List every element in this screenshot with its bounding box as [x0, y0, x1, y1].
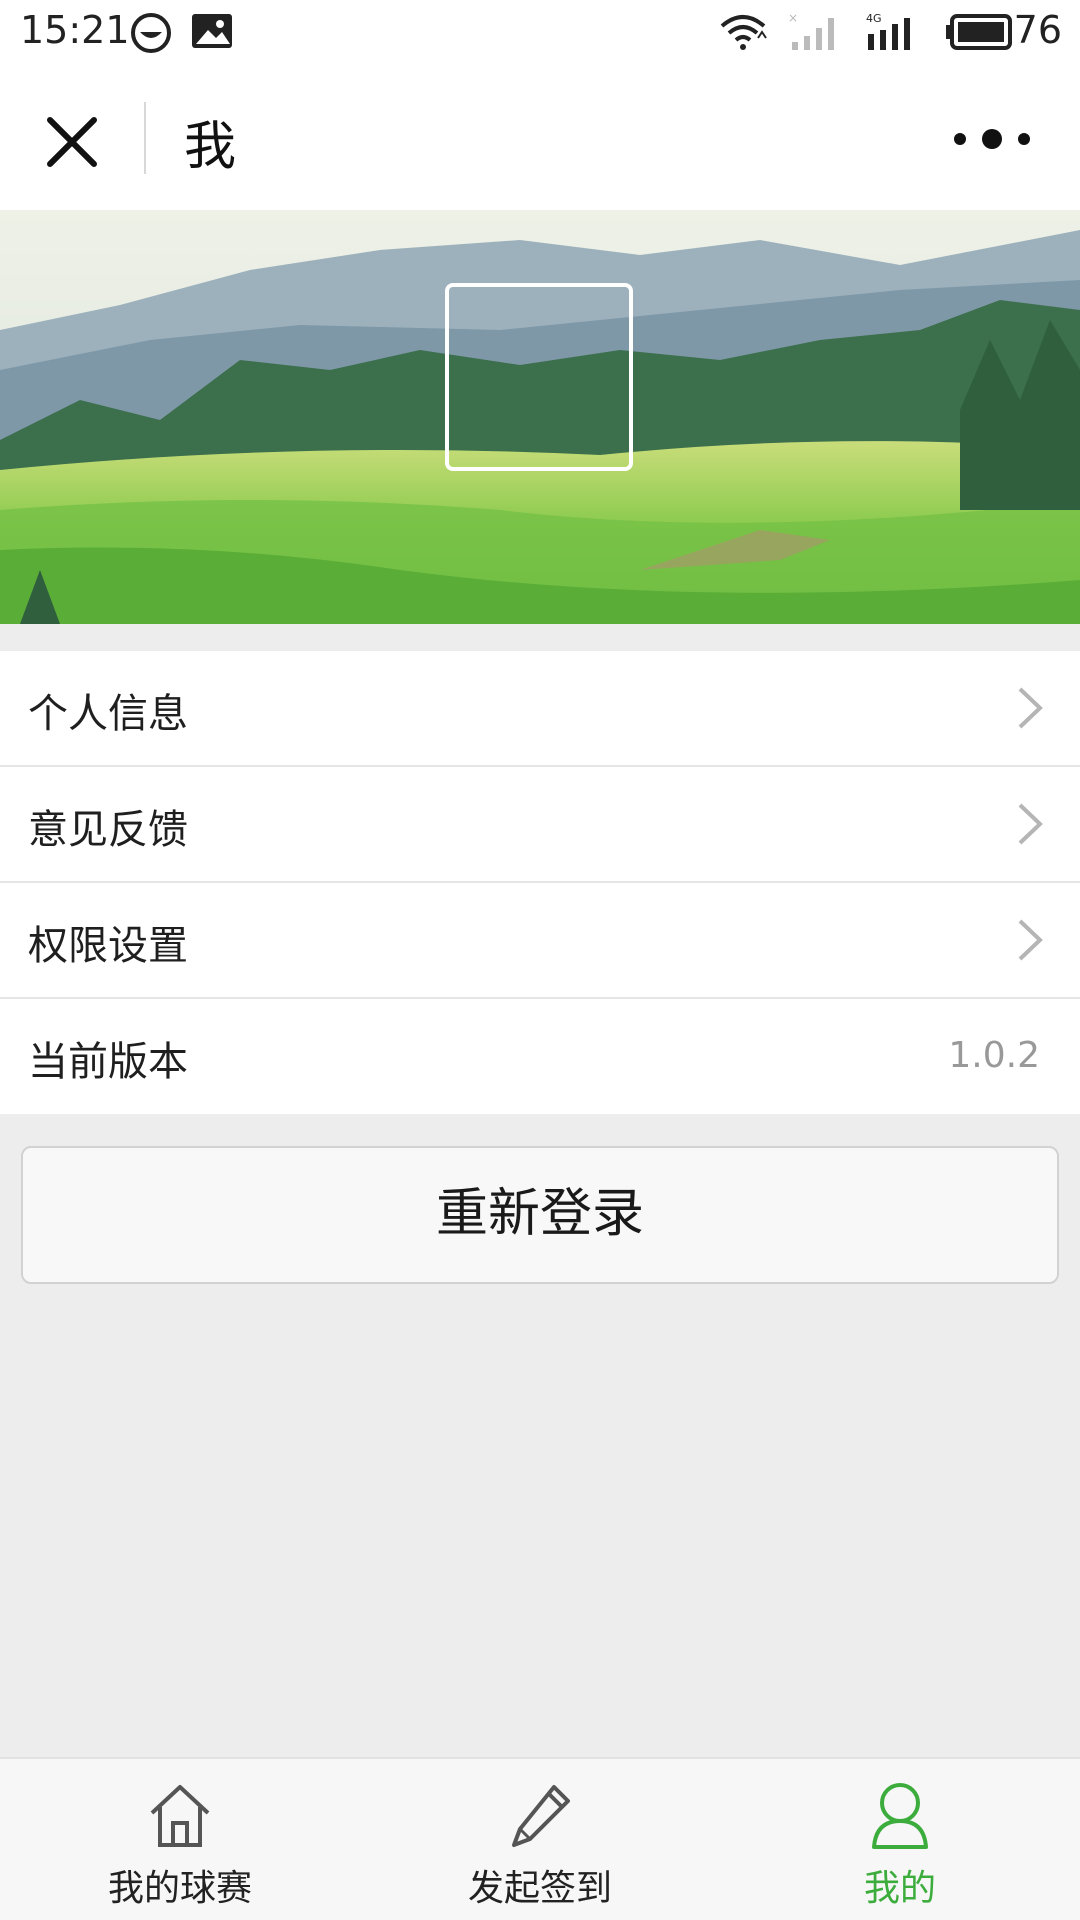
menu-item-label: 当前版本 [28, 1039, 188, 1085]
chevron-right-icon [1018, 687, 1043, 729]
menu-item-feedback[interactable]: 意见反馈 [0, 767, 1080, 883]
menu-item-label: 个人信息 [28, 691, 188, 737]
tab-start-checkin[interactable]: 发起签到 [360, 1759, 720, 1920]
svg-text:×: × [788, 12, 798, 25]
menu-item-label: 意见反馈 [28, 807, 188, 853]
battery-icon [946, 14, 1016, 54]
svg-text:4G: 4G [866, 12, 882, 25]
settings-menu: 个人信息 意见反馈 权限设置 当前版本 1.0.2 [0, 651, 1080, 1114]
menu-item-permissions[interactable]: 权限设置 [0, 883, 1080, 999]
relogin-button[interactable]: 重新登录 [21, 1146, 1059, 1284]
tab-label: 发起签到 [467, 1868, 612, 1909]
title-bar: 我 [0, 66, 1080, 210]
signal-2-icon: 4G [866, 12, 926, 56]
battery-percent: 76 [1013, 8, 1062, 52]
wifi-icon [718, 12, 768, 56]
close-button[interactable] [42, 112, 102, 172]
menu-item-label: 权限设置 [28, 923, 188, 969]
status-time: 15:21 [20, 8, 130, 52]
tab-my-matches[interactable]: 我的球赛 [0, 1759, 360, 1920]
gallery-icon [190, 12, 234, 54]
menu-item-version: 当前版本 1.0.2 [0, 999, 1080, 1114]
more-icon [954, 129, 1030, 149]
avatar-placeholder[interactable] [445, 283, 633, 471]
tab-me[interactable]: 我的 [720, 1759, 1080, 1920]
chevron-right-icon [1018, 803, 1043, 845]
more-button[interactable] [944, 124, 1040, 154]
version-value: 1.0.2 [948, 1035, 1040, 1076]
signal-1-icon: × [788, 11, 846, 56]
pencil-icon [512, 1785, 570, 1847]
status-bar: 15:21 × 4G 76 [0, 0, 1080, 66]
tab-label: 我的球赛 [107, 1868, 252, 1909]
tab-label: 我的 [863, 1868, 936, 1909]
chevron-right-icon [1018, 919, 1043, 961]
user-icon [872, 1783, 928, 1849]
home-icon [150, 1785, 210, 1847]
app-face-icon [130, 12, 172, 58]
title-divider [144, 102, 146, 174]
menu-item-profile[interactable]: 个人信息 [0, 651, 1080, 767]
page-title: 我 [184, 117, 237, 177]
close-icon [47, 117, 97, 167]
bottom-tab-bar: 我的球赛 发起签到 我的 [0, 1757, 1080, 1920]
